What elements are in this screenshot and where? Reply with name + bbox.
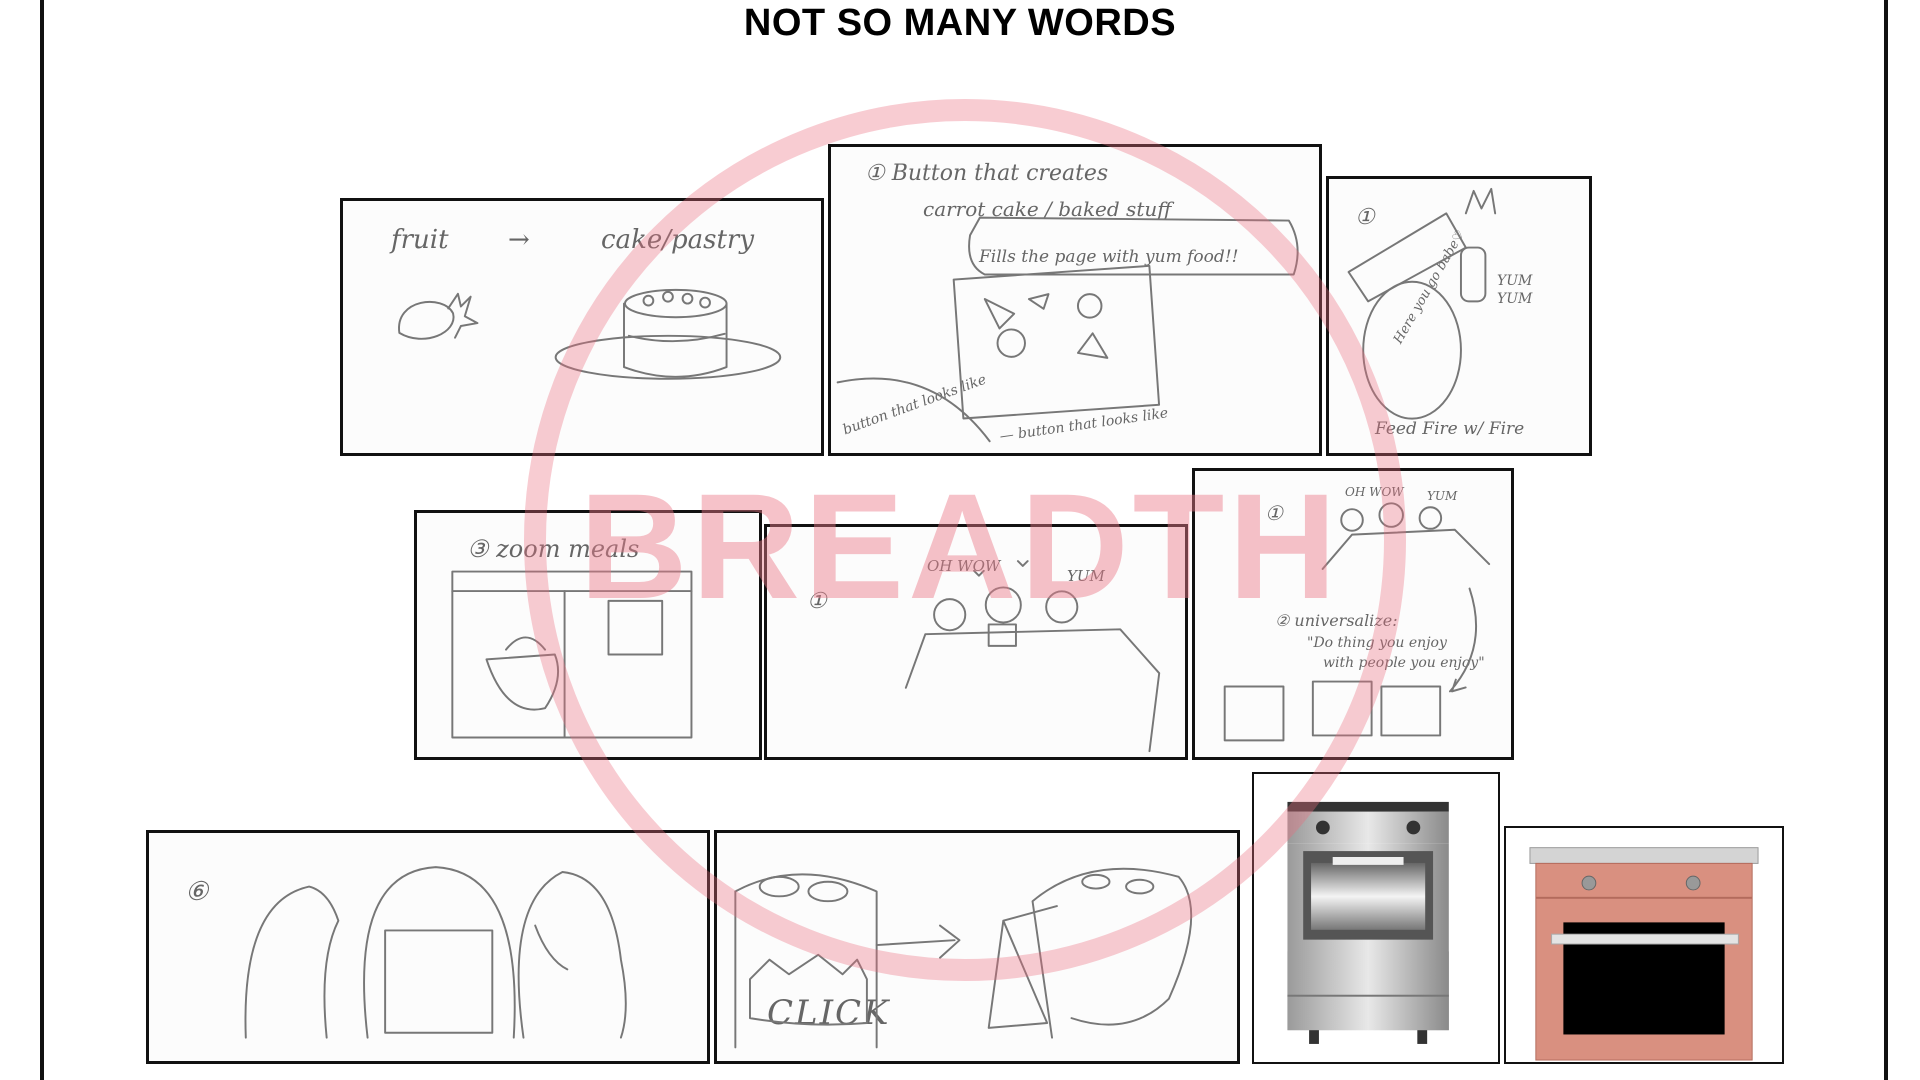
button-page-drawing [836, 216, 1299, 443]
steel-oven-icon [1287, 801, 1449, 1044]
feed-fire-drawing [1347, 187, 1497, 420]
click-bake-drawing [734, 867, 1193, 1049]
zoom-meals-drawing [451, 570, 693, 739]
pink-oven-icon [1529, 847, 1759, 1061]
sketch-panel-friends-eating: ① OH WOW YUM [764, 524, 1188, 760]
universalize-drawing [1223, 502, 1491, 742]
sketch-panel-button-creates-cake: ① Button that creates carrot cake / bake… [828, 144, 1322, 456]
sketch-panel-universalize: ① OH WOW YUM ② universalize: "Do thing y… [1192, 468, 1514, 760]
oven-illustration-steel [1252, 772, 1500, 1064]
oven-characters-drawing [244, 866, 627, 1039]
sketch-panel-zoom-meals: ③ zoom meals [414, 510, 762, 760]
sketch-panel-fruit-to-cake: fruit → cake/pastry [340, 198, 824, 456]
sketch-panel-oven-characters: ⑥ [146, 830, 710, 1064]
sketch-panel-feed-fire: ① YUM YUM Here you go babe♡ Feed Fire w/… [1326, 176, 1592, 456]
fruit-cake-drawing [398, 288, 782, 380]
page-title: NOT SO MANY WORDS [743, 2, 1177, 44]
oven-illustration-pink [1504, 826, 1784, 1064]
friends-eating-drawing [904, 560, 1161, 753]
sketch-panel-click-bake: CLICK [714, 830, 1240, 1064]
